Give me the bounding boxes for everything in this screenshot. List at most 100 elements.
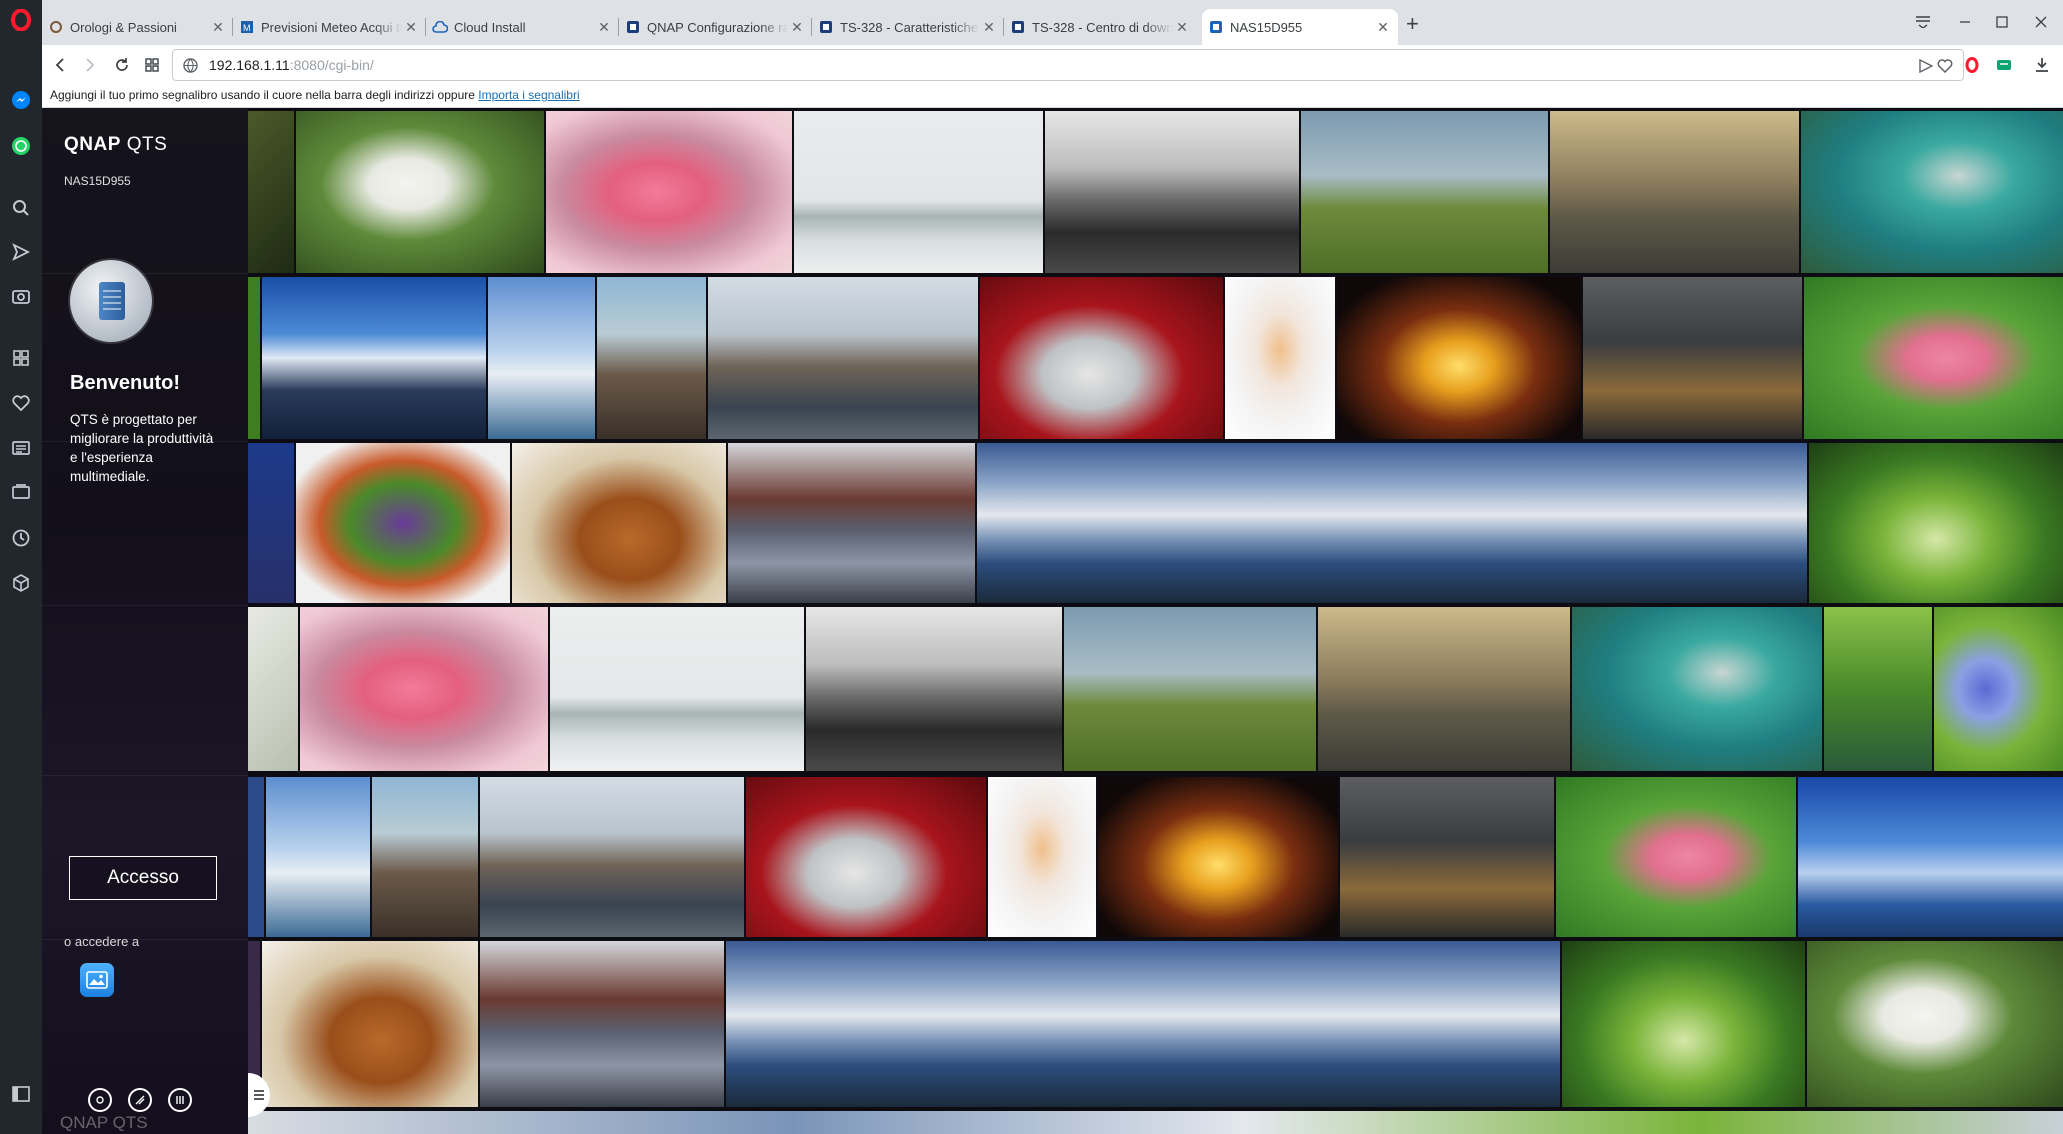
camera-icon[interactable] xyxy=(9,284,33,308)
svg-text:M: M xyxy=(243,23,251,33)
device-name: NAS15D955 xyxy=(64,174,131,188)
hamburger-icon xyxy=(254,1090,264,1100)
tab-title: Cloud Install xyxy=(454,19,526,35)
photo-tile xyxy=(1556,777,1796,937)
tab-meteo[interactable]: M Previsioni Meteo Acqui te ✕ xyxy=(233,9,426,45)
close-tab-icon[interactable]: ✕ xyxy=(1374,19,1392,36)
address-bar[interactable]: 192.168.1.11:8080/cgi-bin/ xyxy=(172,49,1964,81)
extensions-icon[interactable] xyxy=(9,571,33,595)
import-bookmarks-link[interactable]: Importa i segnalibri xyxy=(478,88,579,102)
send-url-icon[interactable] xyxy=(1919,58,1934,78)
address-toolbar: 192.168.1.11:8080/cgi-bin/ xyxy=(42,45,2063,85)
tab-title: NAS15D955 xyxy=(1230,19,1303,35)
tab-orologi[interactable]: Orologi & Passioni ✕ xyxy=(42,9,233,45)
photo-tile xyxy=(248,777,264,937)
file-station-icon[interactable] xyxy=(128,1088,152,1112)
heart-icon[interactable] xyxy=(9,391,33,415)
search-icon[interactable] xyxy=(9,196,33,220)
tab-cloud-install[interactable]: Cloud Install ✕ xyxy=(426,9,619,45)
news-icon[interactable] xyxy=(9,436,33,460)
welcome-title: Benvenuto! xyxy=(70,372,180,394)
close-tab-icon[interactable]: ✕ xyxy=(980,19,998,36)
forward-button[interactable] xyxy=(78,53,102,77)
photo-tile xyxy=(480,941,724,1107)
whatsapp-icon[interactable] xyxy=(9,134,33,158)
photo-tile xyxy=(1824,607,1932,771)
qts-login-page: QNAP QTS NAS15D955 Benvenuto! QTS è prog… xyxy=(42,108,2063,1134)
photo-tile xyxy=(726,941,1560,1107)
close-window-button[interactable] xyxy=(2018,8,2063,36)
logo-brand: QNAP xyxy=(64,134,121,155)
photo-tile xyxy=(1337,277,1581,439)
opera-logo-icon[interactable] xyxy=(9,8,33,32)
new-tab-button[interactable]: + xyxy=(1406,11,1419,37)
logo-product: QTS xyxy=(126,134,168,155)
tab-strip: Orologi & Passioni ✕ M Previsioni Meteo … xyxy=(42,0,2063,45)
url-host: 192.168.1.11 xyxy=(209,57,290,73)
speed-dial-button[interactable] xyxy=(140,53,164,77)
photo-tile xyxy=(1225,277,1335,439)
watch-favicon-icon xyxy=(48,19,64,35)
tab-title: QNAP Configurazione rap xyxy=(647,19,788,35)
login-button[interactable]: Accesso xyxy=(69,856,217,900)
download-icon[interactable] xyxy=(2030,53,2054,77)
messenger-icon[interactable] xyxy=(9,88,33,112)
opera-menu-icon[interactable] xyxy=(1960,53,1984,77)
or-access-label: o accedere a xyxy=(64,934,140,949)
send-icon[interactable] xyxy=(9,240,33,264)
divider xyxy=(42,605,248,606)
bookmarks-hint: Aggiungi il tuo primo segnalibro usando … xyxy=(50,88,475,102)
photo-tile xyxy=(248,277,260,439)
tab-title: Previsioni Meteo Acqui te xyxy=(261,19,402,35)
vpn-wallet-icon[interactable] xyxy=(1992,53,2016,77)
cloud-favicon-icon xyxy=(432,19,448,35)
photo-tile xyxy=(1804,277,2063,439)
qnap-favicon-icon xyxy=(625,19,641,35)
close-tab-icon[interactable]: ✕ xyxy=(402,19,420,36)
photo-tile xyxy=(296,443,510,603)
tab-qnap-config[interactable]: QNAP Configurazione rap ✕ xyxy=(619,9,812,45)
photo-tile xyxy=(1801,111,2063,273)
music-station-icon[interactable] xyxy=(88,1088,112,1112)
photo-tile xyxy=(977,443,1807,603)
bookmarks-message: Aggiungi il tuo primo segnalibro usando … xyxy=(50,88,580,102)
history-icon[interactable] xyxy=(9,526,33,550)
photo-tile xyxy=(1809,443,2063,603)
photo-tile xyxy=(980,277,1223,439)
photo-tile xyxy=(1550,111,1799,273)
back-button[interactable] xyxy=(48,53,72,77)
reload-button[interactable] xyxy=(110,53,134,77)
bookmark-heart-icon[interactable] xyxy=(1937,59,1953,78)
qnap-favicon-icon xyxy=(818,19,834,35)
close-tab-icon[interactable]: ✕ xyxy=(209,19,227,36)
site-info-icon[interactable] xyxy=(183,58,198,78)
photo-tile xyxy=(372,777,478,937)
photo-tile xyxy=(1340,777,1554,937)
photo-station-icon[interactable] xyxy=(80,963,114,997)
photo-tile xyxy=(1583,277,1802,439)
tab-ts328-features[interactable]: TS-328 - Caratteristiche - ✕ xyxy=(812,9,1004,45)
photo-tile xyxy=(300,607,548,771)
photo-tile xyxy=(248,443,294,603)
speed-dial-icon[interactable] xyxy=(9,346,33,370)
tab-menu-icon[interactable] xyxy=(1900,8,1946,36)
close-tab-icon[interactable]: ✕ xyxy=(1173,19,1191,36)
qnap-favicon-icon xyxy=(1010,19,1026,35)
photo-tile xyxy=(597,277,706,439)
photo-tile xyxy=(988,777,1096,937)
tabs-icon[interactable] xyxy=(9,480,33,504)
photo-tile xyxy=(296,111,544,273)
tab-title: TS-328 - Caratteristiche - xyxy=(840,19,980,35)
photo-tile xyxy=(480,777,744,937)
sidebar-toggle-icon[interactable] xyxy=(9,1082,33,1106)
close-tab-icon[interactable]: ✕ xyxy=(788,19,806,36)
video-station-icon[interactable] xyxy=(168,1088,192,1112)
qts-logo: QNAP QTS xyxy=(64,134,167,156)
bookmarks-bar: Aggiungi il tuo primo segnalibro usando … xyxy=(42,85,2063,108)
photo-tile xyxy=(550,607,804,771)
close-tab-icon[interactable]: ✕ xyxy=(595,19,613,36)
tab-nas15d955[interactable]: NAS15D955 ✕ xyxy=(1202,9,1398,45)
photo-tile xyxy=(708,277,978,439)
tab-ts328-download[interactable]: TS-328 - Centro di downlo ✕ xyxy=(1004,9,1197,45)
photo-tile xyxy=(1301,111,1548,273)
